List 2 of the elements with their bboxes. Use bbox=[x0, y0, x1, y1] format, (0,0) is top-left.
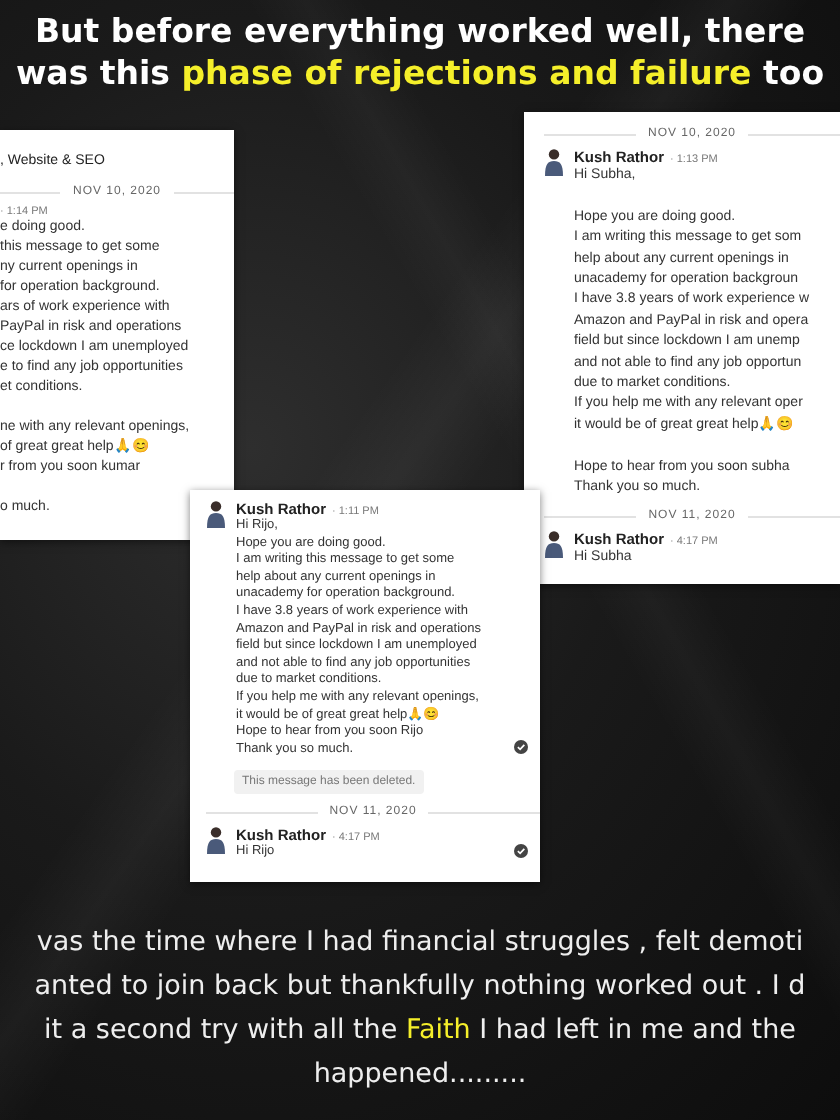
story-text: vas the time where I had financial struggles , felt demoti anted to join back but thankfully nothing worked out . I d it a second try with all the Faith I had left in me and the happened......... bbox=[32, 924, 808, 1094]
headline: But before everything worked well, there was this phase of rejections and failure too bbox=[13, 10, 827, 94]
